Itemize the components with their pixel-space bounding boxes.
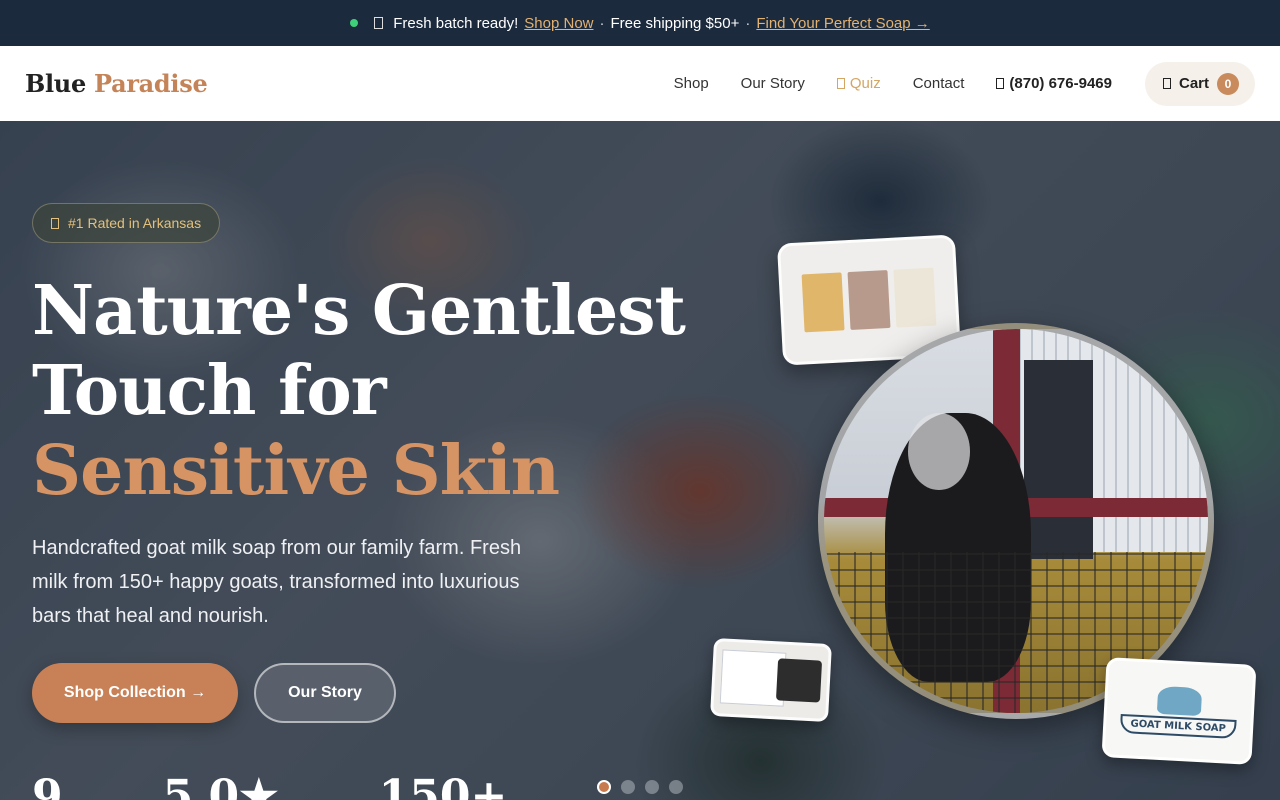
carousel-dot-1[interactable]	[597, 780, 611, 794]
soap-label-image	[710, 637, 832, 723]
brand-logo[interactable]: Blue Paradise	[25, 69, 208, 98]
soap-bar	[893, 267, 937, 328]
top-nav: Blue Paradise Shop Our Story Quiz Contac…	[0, 46, 1280, 121]
carousel-dot-3[interactable]	[645, 780, 659, 794]
nav-links: Shop Our Story Quiz Contact (870) 676-94…	[674, 75, 1112, 92]
nav-quiz[interactable]: Quiz	[836, 75, 881, 92]
find-soap-link[interactable]: Find Your Perfect Soap →	[756, 15, 929, 32]
shop-now-link[interactable]: Shop Now	[524, 15, 593, 32]
phone-number: (870) 676-9469	[1009, 75, 1112, 92]
headline-accent: Sensitive Skin	[32, 431, 560, 511]
nav-our-story[interactable]: Our Story	[741, 75, 805, 92]
separator: ·	[599, 14, 605, 32]
badge-text: #1 Rated in Arkansas	[68, 215, 202, 231]
quiz-icon	[836, 78, 845, 89]
stat-value: 5.0★	[162, 771, 279, 800]
announcement-bar: Fresh batch ready! Shop Now · Free shipp…	[0, 0, 1280, 46]
goat-milk-soap-logo-image: GOAT MILK SOAP	[1101, 657, 1257, 765]
hero-subtext: Handcrafted goat milk soap from our fami…	[32, 537, 522, 627]
logo-photo-text: GOAT MILK SOAP	[1120, 713, 1237, 739]
shipping-text: Free shipping $50+	[610, 14, 740, 32]
headline-line-1: Nature's Gentlest	[32, 271, 686, 351]
charcoal-soap	[775, 658, 823, 703]
barn-door	[1023, 359, 1093, 560]
separator: ·	[745, 14, 751, 32]
phone-link[interactable]: (870) 676-9469	[996, 75, 1112, 92]
hero-section: #1 Rated in Arkansas Nature's Gentlest T…	[0, 121, 1280, 800]
trophy-icon	[51, 217, 59, 229]
phone-icon	[996, 78, 1005, 89]
rating-badge: #1 Rated in Arkansas	[32, 203, 221, 243]
cart-label: Cart	[1178, 75, 1209, 92]
hero-headline: Nature's Gentlest Touch for Sensitive Sk…	[32, 271, 686, 511]
logo-accent: Paradise	[93, 69, 208, 98]
logo-main: Blue	[25, 69, 86, 98]
stat-value: 9	[32, 771, 63, 800]
cart-count-badge: 0	[1217, 72, 1239, 95]
stats-row: 9 5.0★ 150+	[32, 771, 507, 800]
goat-face	[908, 413, 970, 491]
nav-quiz-label: Quiz	[849, 75, 881, 92]
nav-shop[interactable]: Shop	[674, 75, 709, 92]
soap-bar	[847, 269, 891, 331]
goat-tub-icon	[1156, 685, 1203, 716]
our-story-button[interactable]: Our Story	[254, 663, 396, 723]
carousel-dot-4[interactable]	[669, 780, 683, 794]
shop-collection-button[interactable]: Shop Collection →	[32, 663, 238, 723]
cart-button[interactable]: Cart 0	[1144, 61, 1255, 106]
status-dot-icon	[350, 19, 359, 27]
soap-bar	[801, 272, 845, 333]
stat-value: 150+	[378, 771, 508, 800]
announcement-text: Fresh batch ready!	[393, 14, 519, 32]
cart-icon	[1162, 78, 1171, 89]
headline-line-2: Touch for	[32, 351, 387, 431]
carousel-dot-2[interactable]	[621, 780, 635, 794]
nav-contact[interactable]: Contact	[913, 75, 965, 92]
box-icon	[374, 17, 384, 29]
carousel-dots	[597, 780, 683, 794]
